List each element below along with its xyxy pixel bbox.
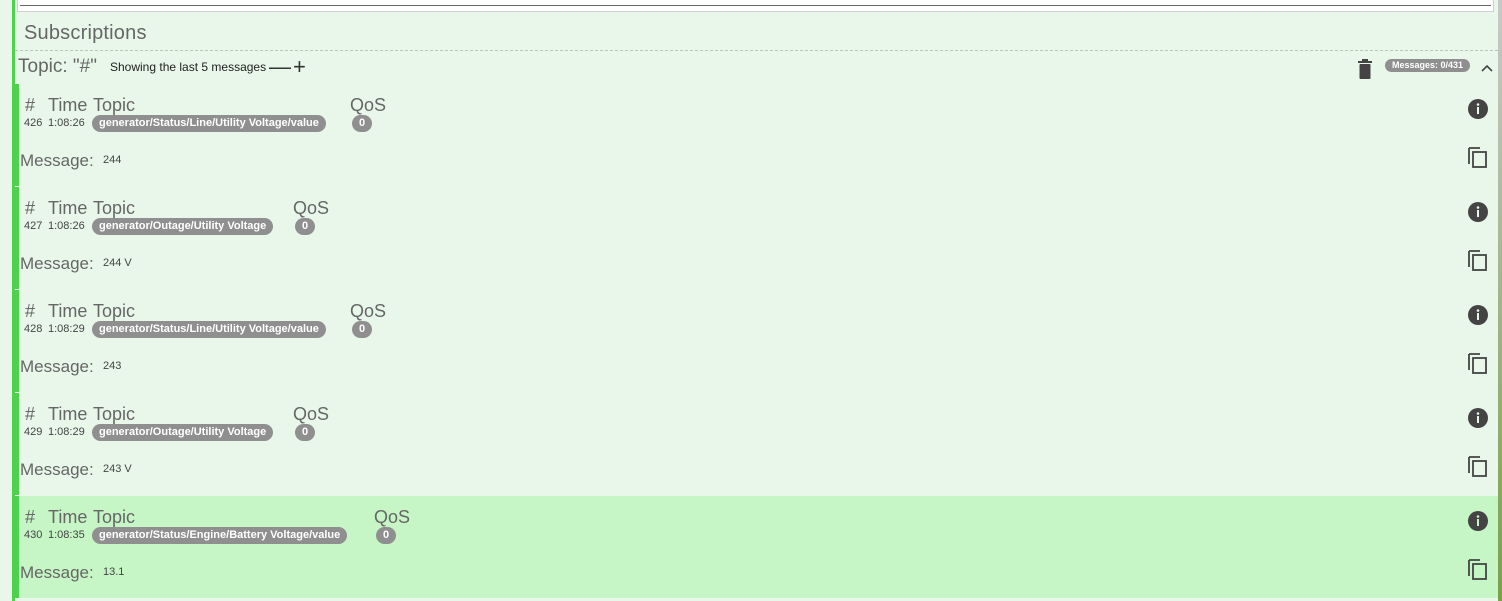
qos-chip: 0 — [352, 115, 372, 132]
message-value: 243 — [103, 360, 122, 372]
topic-label: Topic: "#" — [18, 56, 97, 77]
topic-chip: generator/Outage/Utility Voltage — [92, 424, 274, 441]
qos-chip: 0 — [295, 218, 315, 235]
column-hash: # — [25, 95, 36, 115]
message-time: 1:08:29 — [48, 426, 85, 438]
message-label: Message: — [20, 357, 94, 376]
column-time: Time — [48, 404, 88, 424]
message-value: 244 V — [103, 257, 132, 269]
column-qos: QoS — [350, 95, 387, 115]
qos-chip: 0 — [352, 321, 372, 338]
messages-count-badge: Messages: 0/431 — [1385, 59, 1471, 72]
message-item-latest: # Time Topic QoS 430 1:08:35 generator/S… — [15, 496, 1498, 598]
message-label: Message: — [20, 460, 94, 479]
message-value: 244 — [103, 154, 122, 166]
subscriptions-title: Subscriptions — [24, 22, 147, 44]
mqtt-subscriptions-panel: Subscriptions Topic: "#" Showing the las… — [0, 0, 1502, 601]
message-item: # Time Topic QoS 427 1:08:26 generator/O… — [15, 187, 1498, 289]
topic-chip: generator/Status/Engine/Battery Voltage/… — [92, 527, 348, 544]
column-time: Time — [48, 95, 88, 115]
message-number: 428 — [24, 323, 43, 335]
column-topic: Topic — [93, 507, 136, 527]
column-topic: Topic — [93, 95, 136, 115]
column-time: Time — [48, 198, 88, 218]
copy-icon[interactable] — [1466, 557, 1488, 581]
column-qos: QoS — [350, 301, 387, 321]
message-value: 13.1 — [103, 566, 125, 578]
column-qos: QoS — [293, 198, 330, 218]
message-item: # Time Topic QoS 428 1:08:29 generator/S… — [15, 290, 1498, 392]
message-number: 427 — [24, 220, 43, 232]
info-icon[interactable] — [1468, 511, 1488, 531]
column-topic: Topic — [93, 198, 136, 218]
copy-icon[interactable] — [1466, 454, 1488, 478]
copy-icon[interactable] — [1466, 248, 1488, 272]
column-topic: Topic — [93, 404, 136, 424]
showing-count-text: Showing the last 5 messages — [110, 60, 267, 74]
info-icon[interactable] — [1468, 99, 1488, 119]
message-number: 426 — [24, 117, 43, 129]
info-icon[interactable] — [1468, 202, 1488, 222]
column-qos: QoS — [293, 404, 330, 424]
message-time: 1:08:35 — [48, 529, 85, 541]
divider — [15, 50, 1498, 51]
qos-chip: 0 — [295, 424, 315, 441]
message-time: 1:08:29 — [48, 323, 85, 335]
column-hash: # — [25, 507, 36, 527]
message-number: 430 — [24, 529, 43, 541]
qos-chip: 0 — [376, 527, 396, 544]
info-icon[interactable] — [1468, 408, 1488, 428]
message-label: Message: — [20, 563, 94, 582]
topic-chip: generator/Status/Line/Utility Voltage/va… — [92, 321, 326, 338]
top-input-field[interactable] — [17, 0, 1494, 12]
column-hash: # — [25, 198, 36, 218]
message-item: # Time Topic QoS 426 1:08:26 generator/S… — [15, 84, 1498, 186]
column-time: Time — [48, 301, 88, 321]
copy-icon[interactable] — [1466, 351, 1488, 375]
message-time: 1:08:26 — [48, 220, 85, 232]
message-label: Message: — [20, 151, 94, 170]
copy-icon[interactable] — [1466, 145, 1488, 169]
message-number: 429 — [24, 426, 43, 438]
info-icon[interactable] — [1468, 305, 1488, 325]
message-label: Message: — [20, 254, 94, 273]
column-hash: # — [25, 404, 36, 424]
trash-icon[interactable] — [1357, 59, 1373, 79]
topic-chip: generator/Status/Line/Utility Voltage/va… — [92, 115, 326, 132]
message-value: 243 V — [103, 463, 132, 475]
message-time: 1:08:26 — [48, 117, 85, 129]
column-time: Time — [48, 507, 88, 527]
column-topic: Topic — [93, 301, 136, 321]
message-item: # Time Topic QoS 429 1:08:29 generator/O… — [15, 393, 1498, 495]
topic-header: Topic: "#" Showing the last 5 messages —… — [18, 56, 1498, 82]
scrollbar-edge[interactable] — [1498, 0, 1502, 601]
topic-chip: generator/Outage/Utility Voltage — [92, 218, 274, 235]
increase-count-button[interactable]: + — [293, 56, 306, 78]
decrease-count-button[interactable]: — — [269, 56, 291, 78]
chevron-up-icon[interactable] — [1479, 60, 1495, 76]
column-qos: QoS — [374, 507, 411, 527]
column-hash: # — [25, 301, 36, 321]
